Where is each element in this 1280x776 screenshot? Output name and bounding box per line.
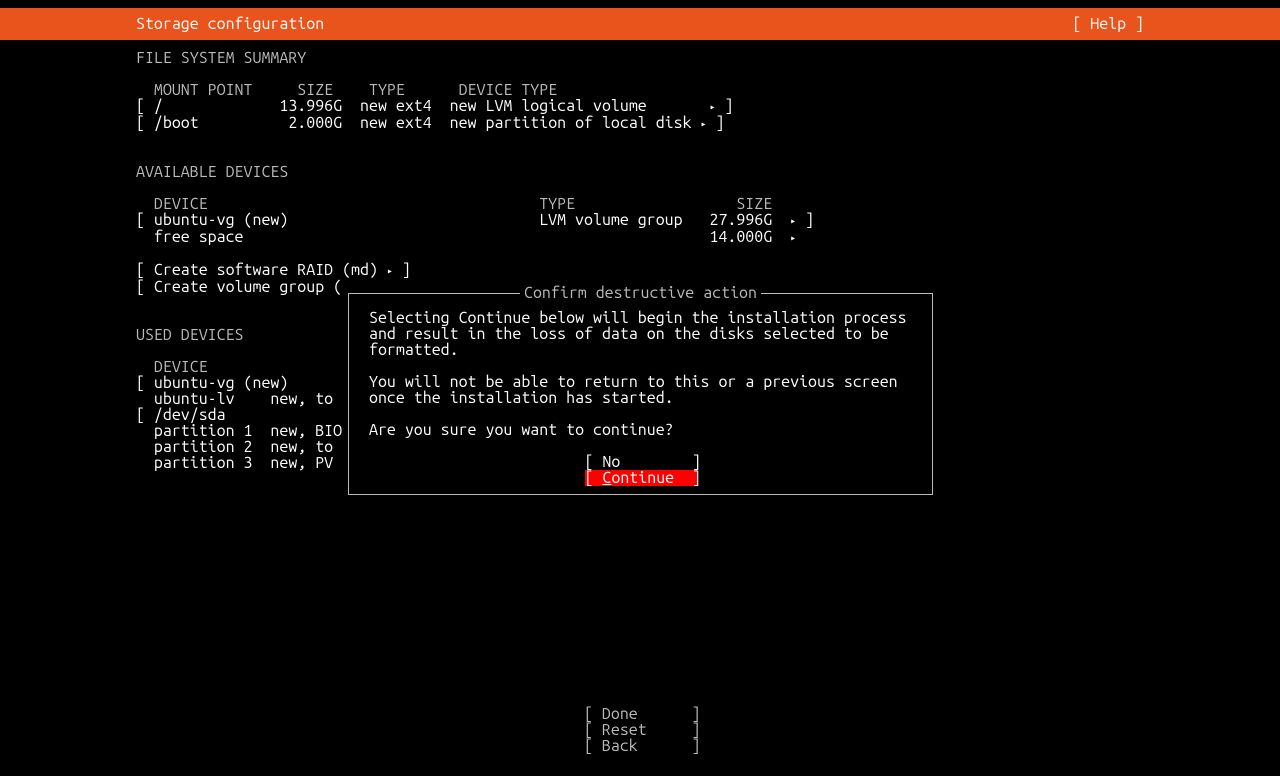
chevron-right-icon: ▸ bbox=[710, 101, 716, 112]
back-button[interactable]: [ Back ] bbox=[584, 738, 696, 754]
dialog-body: Selecting Continue below will begin the … bbox=[369, 310, 912, 438]
title-bar: Storage configuration [ Help ] bbox=[0, 8, 1280, 40]
chevron-right-icon: ▸ bbox=[701, 118, 707, 129]
available-row[interactable]: [ ubuntu-vg (new) LVM volume group 27.99… bbox=[136, 212, 1144, 229]
section-fs-summary: FILE SYSTEM SUMMARY bbox=[136, 50, 1144, 66]
no-button[interactable]: [ No ] bbox=[585, 454, 697, 470]
available-header: DEVICE TYPE SIZE bbox=[136, 196, 1144, 212]
section-available: AVAILABLE DEVICES bbox=[136, 164, 1144, 180]
chevron-right-icon: ▸ bbox=[387, 265, 393, 276]
available-row[interactable]: free space 14.000G ▸ bbox=[136, 229, 1144, 246]
chevron-right-icon: ▸ bbox=[790, 232, 796, 243]
page-title: Storage configuration bbox=[136, 16, 324, 32]
reset-button[interactable]: [ Reset ] bbox=[584, 722, 696, 738]
fs-row[interactable]: [ /boot 2.000G new ext4 new partition of… bbox=[136, 115, 1144, 132]
dialog-title: Confirm destructive action bbox=[349, 285, 932, 301]
dialog-text: You will not be able to return to this o… bbox=[369, 374, 912, 406]
continue-button[interactable]: [ Continue ] bbox=[585, 470, 697, 486]
dialog-text: Selecting Continue below will begin the … bbox=[369, 310, 912, 358]
fs-row[interactable]: [ / 13.996G new ext4 new LVM logical vol… bbox=[136, 98, 1144, 115]
footer-buttons: [ Done ] [ Reset ] [ Back ] bbox=[0, 706, 1280, 754]
dialog-text: Are you sure you want to continue? bbox=[369, 422, 912, 438]
chevron-right-icon: ▸ bbox=[790, 215, 796, 226]
help-button[interactable]: [ Help ] bbox=[1072, 16, 1144, 32]
fs-summary-header: MOUNT POINT SIZE TYPE DEVICE TYPE bbox=[136, 82, 1144, 98]
confirm-dialog: Confirm destructive action Selecting Con… bbox=[348, 293, 933, 495]
create-raid-button[interactable]: [ Create software RAID (md) ▸ ] bbox=[136, 262, 1144, 279]
done-button[interactable]: [ Done ] bbox=[584, 706, 696, 722]
